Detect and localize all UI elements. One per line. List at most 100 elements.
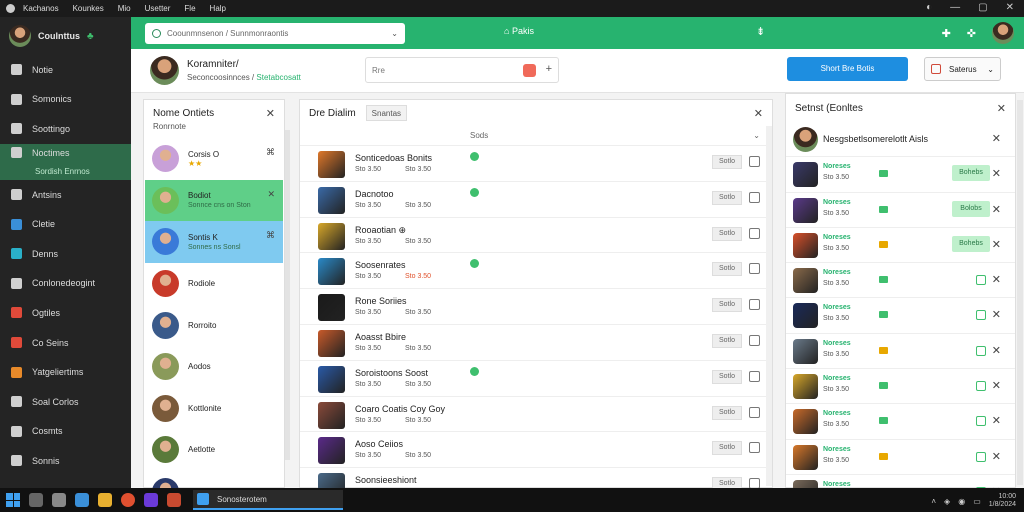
- list-item[interactable]: Aodos: [145, 346, 283, 388]
- cart-icon[interactable]: [749, 442, 760, 454]
- search-input[interactable]: Coounmnsenon / Sunnmonraontis: [167, 29, 288, 38]
- search-bar[interactable]: Coounmnsenon / Sunnmonraontis ⌄: [145, 22, 405, 44]
- sidebar-item[interactable]: Antsins: [0, 180, 131, 210]
- close-icon[interactable]: ✕: [997, 102, 1006, 115]
- cart-icon[interactable]: [749, 227, 760, 239]
- status-select[interactable]: Saterus ⌄: [924, 57, 1001, 81]
- row-action-button[interactable]: Sotlo: [712, 333, 742, 348]
- close-icon[interactable]: ✕: [992, 273, 1001, 286]
- table-row[interactable]: Aoso Ceiios Sto 3.50 Sto 3.50 Sotlo: [300, 432, 772, 469]
- filter-tab[interactable]: Snantas: [365, 105, 408, 121]
- pin-icon[interactable]: ✕: [267, 189, 275, 200]
- avatar[interactable]: [992, 22, 1014, 44]
- close-icon[interactable]: ✕: [992, 132, 1001, 145]
- task-view-icon[interactable]: [52, 493, 66, 507]
- sidebar-item[interactable]: Notie: [0, 55, 131, 85]
- close-icon[interactable]: ✕: [992, 308, 1001, 321]
- cart-icon[interactable]: [749, 191, 760, 203]
- chevron-up-icon[interactable]: ˄: [931, 497, 936, 506]
- cart-icon[interactable]: [749, 370, 760, 382]
- status-badge[interactable]: Bohebs: [952, 235, 990, 252]
- sidebar-item[interactable]: Co Seins: [0, 328, 131, 358]
- browser-icon[interactable]: [75, 493, 89, 507]
- row-action-button[interactable]: Sotlo: [712, 262, 742, 277]
- list-item[interactable]: Kottlonite: [145, 388, 283, 430]
- close-icon[interactable]: ✕: [992, 167, 1001, 180]
- minimize-button[interactable]: —: [950, 2, 960, 13]
- profile-link[interactable]: Stetabcosatt: [256, 73, 300, 82]
- sidebar-item[interactable]: Cletie: [0, 209, 131, 239]
- list-item[interactable]: Bodiot Sonnce cns on Ston ✕: [145, 179, 283, 222]
- checkbox[interactable]: [976, 275, 986, 286]
- checkbox[interactable]: [976, 381, 986, 392]
- menu-item[interactable]: Kachanos: [23, 4, 59, 13]
- row-action-button[interactable]: Sotlo: [712, 155, 742, 169]
- sidebar-item[interactable]: Sonnis: [0, 446, 131, 476]
- close-icon[interactable]: ✕: [992, 238, 1001, 251]
- list-item[interactable]: Noreses Sto 3.50 ✕: [786, 440, 1015, 475]
- note-input[interactable]: Rre +: [365, 57, 559, 83]
- table-row[interactable]: Coaro Coatis Coy Goy Sto 3.50 Sto 3.50 Sotl…: [300, 397, 772, 433]
- close-icon[interactable]: ✕: [992, 414, 1001, 427]
- menu-item[interactable]: Usetter: [145, 4, 171, 13]
- row-action-button[interactable]: Sotlo: [712, 369, 742, 384]
- puzzle-icon[interactable]: ✚: [942, 27, 951, 40]
- menu-item[interactable]: Fle: [184, 4, 195, 13]
- chrome-icon[interactable]: [121, 493, 135, 507]
- store-icon[interactable]: [144, 493, 158, 507]
- game-icon[interactable]: [167, 493, 181, 507]
- list-item[interactable]: Noreses Sto 3.50 ✕: [786, 334, 1015, 370]
- row-action-button[interactable]: Sotlo: [712, 298, 742, 313]
- sidebar-item[interactable]: Soal Corlos: [0, 387, 131, 417]
- windows-start-icon[interactable]: [6, 493, 20, 507]
- list-item[interactable]: Noreses Sto 3.50 ✕: [786, 263, 1015, 299]
- sidebar-profile[interactable]: Coulnttus ♣: [0, 17, 131, 55]
- row-action-button[interactable]: Sotlo: [712, 190, 742, 205]
- avatar[interactable]: [150, 56, 179, 85]
- sidebar-item[interactable]: Cosmts: [0, 417, 131, 447]
- list-item[interactable]: Noreses Sto 3.50 ✕: [786, 404, 1015, 440]
- header-tab[interactable]: ⌂ Pakis: [504, 26, 534, 36]
- list-item[interactable]: Corsis O ★★ ⌘: [145, 138, 283, 180]
- close-icon[interactable]: ✕: [992, 450, 1001, 463]
- list-item[interactable]: Noreses Sto 3.50 Bohebs ✕: [786, 157, 1015, 193]
- scrollbar[interactable]: [1017, 100, 1023, 485]
- battery-icon[interactable]: ▭: [973, 497, 981, 506]
- checkbox[interactable]: [976, 310, 986, 321]
- chevron-down-icon[interactable]: ⌄: [753, 131, 760, 140]
- list-item[interactable]: Noreses Sto 3.50 Bolobs ✕: [786, 193, 1015, 228]
- close-icon[interactable]: ✕: [266, 107, 275, 120]
- tag-icon[interactable]: [523, 64, 536, 77]
- status-badge[interactable]: Bohebs: [952, 165, 990, 182]
- table-row[interactable]: Aoasst Bbire Sto 3.50 Sto 3.50 Sotlo: [300, 325, 772, 361]
- list-item[interactable]: Rorroito: [145, 304, 283, 346]
- folder-icon[interactable]: [98, 493, 112, 507]
- cart-icon[interactable]: [749, 406, 760, 418]
- list-item[interactable]: Noreses Sto 3.50 ✕: [786, 298, 1015, 334]
- list-item[interactable]: Sontis K Sonnes ns Sonsl ⌘: [145, 221, 283, 263]
- search-icon[interactable]: [29, 493, 43, 507]
- taskbar-app-button[interactable]: Sonosterotem: [193, 490, 343, 510]
- sidebar-item[interactable]: Conlonedeogint: [0, 269, 131, 299]
- table-row[interactable]: Soroistoons Soost Sto 3.50 Sto 3.50 Sotlo: [300, 361, 772, 397]
- row-action-button[interactable]: Sotlo: [712, 405, 742, 420]
- pin-icon[interactable]: ⌘: [266, 147, 275, 158]
- scrollbar[interactable]: [285, 130, 290, 460]
- table-row[interactable]: Soosenrates Sto 3.50 Sto 3.50 Sotlo: [300, 253, 772, 290]
- cart-icon[interactable]: [749, 156, 760, 167]
- close-icon[interactable]: ✕: [992, 203, 1001, 216]
- sidebar-item[interactable]: Denns: [0, 239, 131, 269]
- checkbox[interactable]: [976, 416, 986, 427]
- menu-item[interactable]: Halp: [210, 4, 226, 13]
- checkbox[interactable]: [976, 345, 986, 356]
- row-action-button[interactable]: Sotlo: [712, 226, 742, 241]
- volume-icon[interactable]: ◉: [958, 497, 965, 506]
- menu-item[interactable]: Mio: [118, 4, 131, 13]
- sidebar-item[interactable]: Noctimes Sordish Enrnos: [0, 143, 131, 180]
- table-row[interactable]: Rooaotian ⊕ Sto 3.50 Sto 3.50 Sotlo: [300, 218, 772, 254]
- sidebar-item[interactable]: Yatgeliertims: [0, 357, 131, 387]
- table-row[interactable]: Rone Soriies Sto 3.50 Sto 3.50 Sotlo: [300, 289, 772, 325]
- close-button[interactable]: ✕: [1006, 2, 1014, 13]
- primary-action-button[interactable]: Short Bre Botis: [787, 57, 908, 81]
- network-icon[interactable]: ◈: [944, 497, 950, 506]
